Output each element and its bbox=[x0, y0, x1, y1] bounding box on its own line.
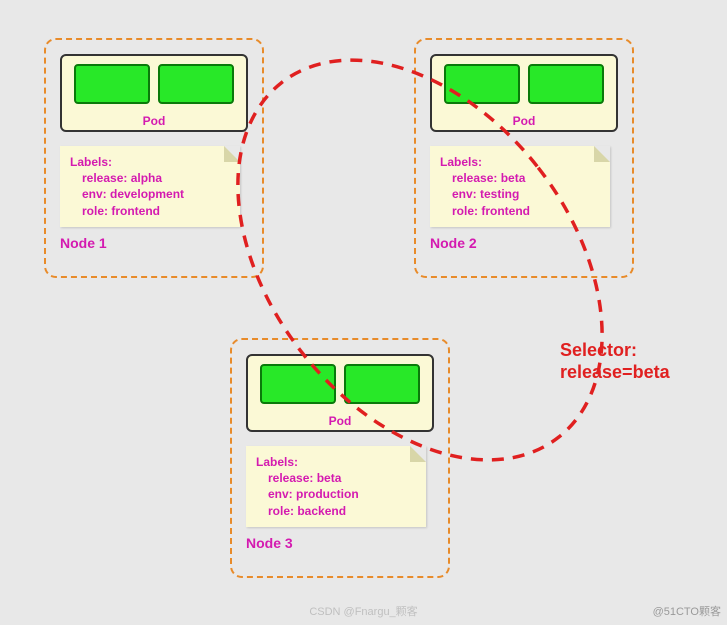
labels-title: Labels: bbox=[440, 154, 600, 170]
node-2: Pod Labels: release: beta env: testing r… bbox=[414, 38, 634, 278]
labels-note: Labels: release: beta env: production ro… bbox=[246, 446, 426, 527]
container-box bbox=[344, 364, 420, 404]
selector-expression: release=beta bbox=[560, 362, 670, 384]
node-name: Node 2 bbox=[430, 235, 618, 251]
pod: Pod bbox=[430, 54, 618, 132]
container-box bbox=[444, 64, 520, 104]
label-role: role: frontend bbox=[70, 203, 230, 219]
label-role: role: backend bbox=[256, 503, 416, 519]
pod-label: Pod bbox=[256, 414, 424, 428]
label-release: release: alpha bbox=[70, 170, 230, 186]
labels-note: Labels: release: alpha env: development … bbox=[60, 146, 240, 227]
label-env: env: development bbox=[70, 186, 230, 202]
labels-note: Labels: release: beta env: testing role:… bbox=[430, 146, 610, 227]
label-release: release: beta bbox=[256, 470, 416, 486]
labels-title: Labels: bbox=[70, 154, 230, 170]
label-env: env: testing bbox=[440, 186, 600, 202]
watermark-right: @51CTO颗客 bbox=[653, 603, 721, 619]
container-box bbox=[528, 64, 604, 104]
label-env: env: production bbox=[256, 486, 416, 502]
pod: Pod bbox=[60, 54, 248, 132]
watermark-center: CSDN @Fnargu_颗客 bbox=[309, 603, 417, 619]
selector-text: Selector: release=beta bbox=[560, 340, 670, 383]
node-name: Node 1 bbox=[60, 235, 248, 251]
pod-label: Pod bbox=[70, 114, 238, 128]
label-role: role: frontend bbox=[440, 203, 600, 219]
pod-label: Pod bbox=[440, 114, 608, 128]
node-3: Pod Labels: release: beta env: productio… bbox=[230, 338, 450, 578]
labels-title: Labels: bbox=[256, 454, 416, 470]
selector-title: Selector: bbox=[560, 340, 670, 362]
node-name: Node 3 bbox=[246, 535, 434, 551]
container-box bbox=[74, 64, 150, 104]
container-box bbox=[260, 364, 336, 404]
container-box bbox=[158, 64, 234, 104]
label-release: release: beta bbox=[440, 170, 600, 186]
node-1: Pod Labels: release: alpha env: developm… bbox=[44, 38, 264, 278]
pod: Pod bbox=[246, 354, 434, 432]
